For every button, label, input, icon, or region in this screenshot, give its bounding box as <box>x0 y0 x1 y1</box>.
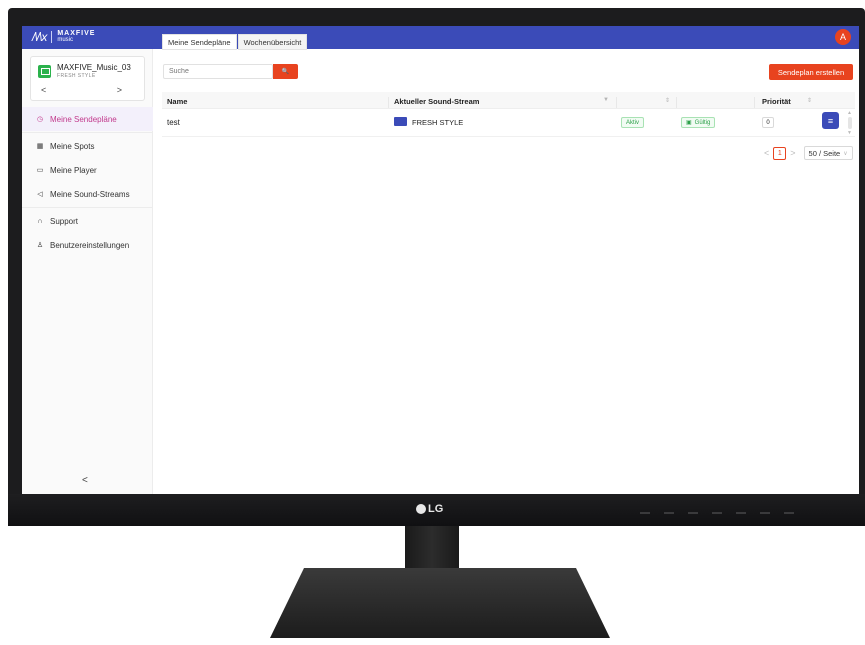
tab-wochenuebersicht[interactable]: Wochenübersicht <box>237 34 308 50</box>
search-icon: 🔍 <box>281 69 290 75</box>
tab-meine-sendeplaene[interactable]: Meine Sendepläne <box>162 34 237 50</box>
menu-icon: ≡ <box>827 115 834 126</box>
scroll-up-icon[interactable]: ▲ <box>846 110 853 116</box>
monitor-buttons <box>640 512 794 514</box>
sidebar-item-benutzereinstellungen[interactable]: ♙ Benutzereinstellungen <box>22 233 153 257</box>
brand-logo[interactable]: /\/\x MAXFIVE music <box>32 30 95 44</box>
sidebar-item-sound-streams[interactable]: ◁ Meine Sound-Streams <box>22 182 153 206</box>
monitor-stand-neck <box>405 526 459 574</box>
priority-value: 0 <box>762 117 774 128</box>
row-menu-button[interactable]: ≡ <box>822 112 839 129</box>
page-size-select[interactable]: 50 / Seite ∨ <box>803 146 853 160</box>
sidebar-item-player[interactable]: ▭ Meine Player <box>22 158 153 182</box>
lg-logo: LG <box>416 503 443 515</box>
app-screen: /\/\x MAXFIVE music A MAXFIVE_Music_03 F… <box>22 26 859 494</box>
validity-badge: ▣ Gültig <box>681 117 716 128</box>
sidebar-collapse-button[interactable]: < <box>82 475 88 486</box>
monitor-stand-base <box>270 568 610 638</box>
monitor-icon <box>38 65 51 78</box>
scroll-down-icon[interactable]: ▼ <box>846 130 853 136</box>
monitor-icon: ▭ <box>36 167 44 174</box>
clock-icon: ◷ <box>36 116 44 123</box>
tab-bar: Meine Sendepläne Wochenübersicht <box>162 34 308 50</box>
column-header-stream[interactable]: Aktueller Sound-Stream <box>394 97 479 106</box>
search-input[interactable] <box>163 64 273 79</box>
row-stream: FRESH STYLE <box>412 118 464 127</box>
sidebar-item-support[interactable]: ∩ Support <box>22 209 153 233</box>
speaker-icon: ◁ <box>37 191 43 198</box>
column-header-priority[interactable]: Priorität <box>762 97 791 106</box>
grid-icon: ▦ <box>36 143 44 150</box>
page-1-button[interactable]: 1 <box>773 146 787 160</box>
search-button[interactable]: 🔍 <box>273 64 298 79</box>
top-bar: /\/\x MAXFIVE music A <box>22 26 859 49</box>
player-prev-button[interactable]: < <box>41 85 46 95</box>
player-name: MAXFIVE_Music_03 <box>57 63 131 72</box>
sort-icon[interactable]: ⇕ <box>665 97 670 104</box>
table-scrollbar[interactable]: ▲ ▼ <box>846 110 853 136</box>
brand-mark-icon: /\/\x <box>32 30 47 44</box>
pagination: < 1 > 50 / Seite ∨ <box>764 146 853 160</box>
sidebar-item-sendeplaene[interactable]: ◷ Meine Sendepläne <box>22 107 153 131</box>
chevron-down-icon: ∨ <box>843 150 848 157</box>
table-row[interactable]: test FRESH STYLE Aktiv ▣ Gültig 0 ≡ <box>162 109 855 137</box>
sidebar: MAXFIVE_Music_03 FRESH STYLE < > ◷ Meine … <box>22 49 153 494</box>
brand-sub: music <box>57 37 74 43</box>
schedule-table: Name Aktueller Sound-Stream ▼ ⇕ Prioritä… <box>162 92 855 137</box>
player-next-button[interactable]: > <box>117 85 122 95</box>
user-icon: ♙ <box>36 242 44 249</box>
column-header-name[interactable]: Name <box>167 97 187 106</box>
status-badge: Aktiv <box>621 117 645 128</box>
lg-logo-icon <box>416 504 426 514</box>
prev-page-button[interactable]: < <box>764 148 769 158</box>
stream-cover-icon <box>394 117 407 126</box>
row-name: test <box>167 118 180 127</box>
sidebar-item-spots[interactable]: ▦ Meine Spots <box>22 134 153 158</box>
filter-icon[interactable]: ▼ <box>603 97 609 103</box>
sort-icon[interactable]: ⇕ <box>807 97 812 104</box>
player-selector[interactable]: MAXFIVE_Music_03 FRESH STYLE < > <box>30 56 145 101</box>
sidebar-nav: ◷ Meine Sendepläne ▦ Meine Spots ▭ Meine Pl… <box>22 107 153 257</box>
create-schedule-button[interactable]: Sendeplan erstellen <box>769 64 853 80</box>
calendar-icon: ▣ <box>686 120 692 126</box>
next-page-button[interactable]: > <box>790 148 795 158</box>
table-header: Name Aktueller Sound-Stream ▼ ⇕ Prioritä… <box>162 92 855 109</box>
headphones-icon: ∩ <box>37 217 43 225</box>
user-avatar[interactable]: A <box>835 29 851 45</box>
player-stream: FRESH STYLE <box>57 73 96 79</box>
